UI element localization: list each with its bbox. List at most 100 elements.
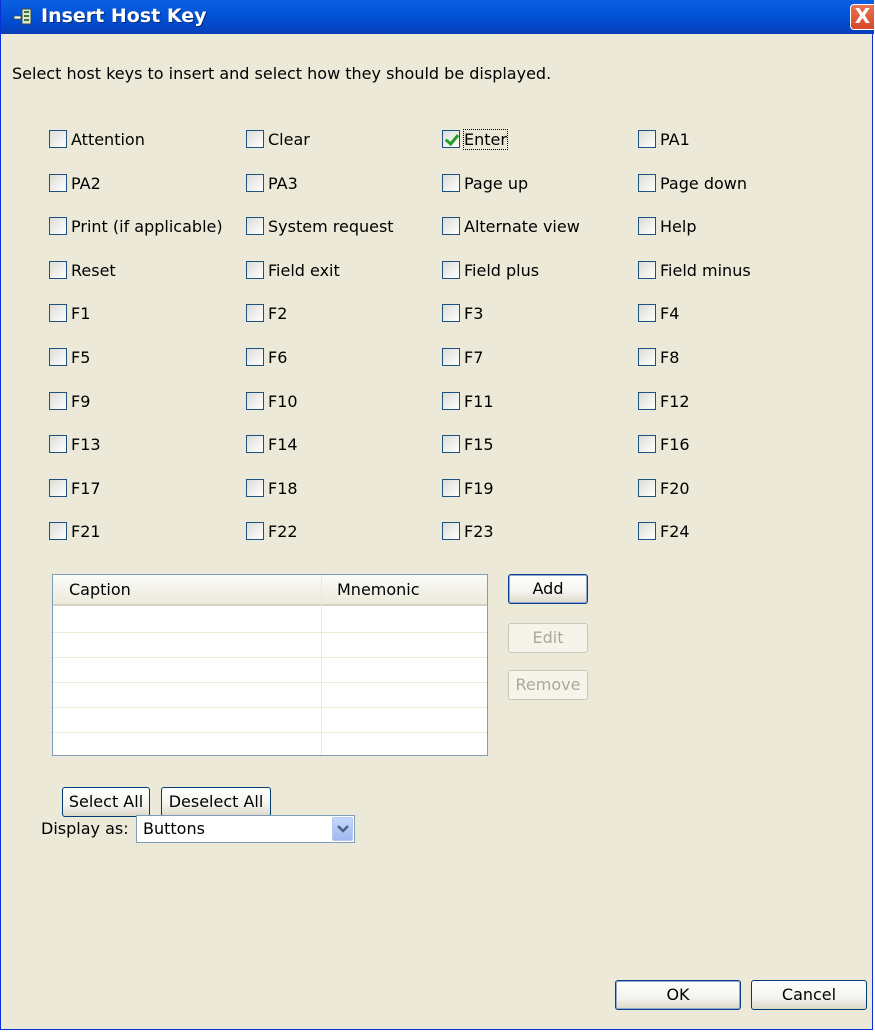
checkbox-box[interactable] bbox=[442, 304, 460, 322]
select-all-button[interactable]: Select All bbox=[62, 787, 150, 817]
checkbox-label[interactable]: F17 bbox=[71, 479, 101, 498]
checkbox-label[interactable]: Print (if applicable) bbox=[71, 217, 223, 236]
remove-button[interactable]: Remove bbox=[508, 670, 588, 700]
checkbox-page-down[interactable]: Page down bbox=[638, 172, 747, 194]
checkbox-box[interactable] bbox=[49, 261, 67, 279]
checkbox-box[interactable] bbox=[49, 479, 67, 497]
checkbox-label[interactable]: F21 bbox=[71, 522, 101, 541]
checkbox-label[interactable]: F15 bbox=[464, 435, 494, 454]
chevron-down-icon[interactable] bbox=[332, 817, 353, 841]
checkbox-box[interactable] bbox=[638, 174, 656, 192]
checkbox-f5[interactable]: F5 bbox=[49, 346, 90, 368]
checkbox-field-minus[interactable]: Field minus bbox=[638, 259, 751, 281]
checkbox-box[interactable] bbox=[246, 348, 264, 366]
cancel-button[interactable]: Cancel bbox=[751, 980, 867, 1010]
checkbox-label[interactable]: PA1 bbox=[660, 130, 690, 149]
checkbox-label[interactable]: F10 bbox=[268, 392, 298, 411]
checkbox-box[interactable] bbox=[638, 304, 656, 322]
checkbox-f8[interactable]: F8 bbox=[638, 346, 679, 368]
checkbox-box[interactable] bbox=[638, 217, 656, 235]
checkbox-f17[interactable]: F17 bbox=[49, 477, 101, 499]
checkbox-label[interactable]: Attention bbox=[71, 130, 145, 149]
checkbox-label[interactable]: F1 bbox=[71, 304, 90, 323]
checkbox-f21[interactable]: F21 bbox=[49, 520, 101, 542]
checkbox-box[interactable] bbox=[246, 522, 264, 540]
checkbox-box[interactable] bbox=[49, 348, 67, 366]
checkbox-label[interactable]: Field minus bbox=[660, 261, 751, 280]
checkbox-label[interactable]: Page up bbox=[464, 174, 528, 193]
checkbox-f6[interactable]: F6 bbox=[246, 346, 287, 368]
checkbox-f20[interactable]: F20 bbox=[638, 477, 690, 499]
checkbox-label[interactable]: Help bbox=[660, 217, 696, 236]
checkbox-f9[interactable]: F9 bbox=[49, 390, 90, 412]
close-icon[interactable]: X bbox=[850, 4, 874, 30]
table-row[interactable] bbox=[53, 682, 487, 683]
checkbox-label[interactable]: System request bbox=[268, 217, 394, 236]
checkbox-label[interactable]: Field exit bbox=[268, 261, 340, 280]
checkbox-box[interactable] bbox=[638, 479, 656, 497]
checkbox-f1[interactable]: F1 bbox=[49, 302, 90, 324]
table-row[interactable] bbox=[53, 707, 487, 708]
checkbox-box[interactable] bbox=[49, 130, 67, 148]
checkbox-clear[interactable]: Clear bbox=[246, 128, 310, 150]
checkbox-label[interactable]: F4 bbox=[660, 304, 679, 323]
checkbox-label[interactable]: F23 bbox=[464, 522, 494, 541]
checkbox-label[interactable]: Alternate view bbox=[464, 217, 580, 236]
checkbox-label[interactable]: F20 bbox=[660, 479, 690, 498]
checkbox-alternate-view[interactable]: Alternate view bbox=[442, 215, 580, 237]
checkbox-label[interactable]: F7 bbox=[464, 348, 483, 367]
checkbox-box[interactable] bbox=[638, 348, 656, 366]
checkbox-help[interactable]: Help bbox=[638, 215, 696, 237]
checkbox-f4[interactable]: F4 bbox=[638, 302, 679, 324]
checkbox-page-up[interactable]: Page up bbox=[442, 172, 528, 194]
checkbox-f19[interactable]: F19 bbox=[442, 477, 494, 499]
title-bar[interactable]: Insert Host Key X bbox=[1, 0, 874, 34]
checkbox-print-if-applicable[interactable]: Print (if applicable) bbox=[49, 215, 223, 237]
checkbox-reset[interactable]: Reset bbox=[49, 259, 116, 281]
checkbox-box[interactable] bbox=[638, 392, 656, 410]
checkbox-f2[interactable]: F2 bbox=[246, 302, 287, 324]
checkbox-f3[interactable]: F3 bbox=[442, 302, 483, 324]
display-as-dropdown[interactable]: Buttons bbox=[136, 815, 355, 843]
checkbox-box[interactable] bbox=[442, 522, 460, 540]
checkbox-box[interactable] bbox=[442, 130, 460, 148]
checkbox-box[interactable] bbox=[442, 261, 460, 279]
checkbox-f12[interactable]: F12 bbox=[638, 390, 690, 412]
checkbox-field-plus[interactable]: Field plus bbox=[442, 259, 539, 281]
checkbox-f24[interactable]: F24 bbox=[638, 520, 690, 542]
checkbox-box[interactable] bbox=[246, 304, 264, 322]
checkbox-box[interactable] bbox=[442, 479, 460, 497]
checkbox-label[interactable]: Page down bbox=[660, 174, 747, 193]
checkbox-label[interactable]: F22 bbox=[268, 522, 298, 541]
checkbox-box[interactable] bbox=[49, 392, 67, 410]
checkbox-label[interactable]: F14 bbox=[268, 435, 298, 454]
checkbox-box[interactable] bbox=[246, 392, 264, 410]
checkbox-attention[interactable]: Attention bbox=[49, 128, 145, 150]
checkbox-f14[interactable]: F14 bbox=[246, 433, 298, 455]
checkbox-label[interactable]: F6 bbox=[268, 348, 287, 367]
checkbox-box[interactable] bbox=[49, 217, 67, 235]
checkbox-box[interactable] bbox=[49, 174, 67, 192]
checkbox-box[interactable] bbox=[49, 435, 67, 453]
checkbox-field-exit[interactable]: Field exit bbox=[246, 259, 340, 281]
checkbox-label[interactable]: PA3 bbox=[268, 174, 298, 193]
checkbox-f15[interactable]: F15 bbox=[442, 433, 494, 455]
checkbox-label[interactable]: Clear bbox=[268, 130, 310, 149]
checkbox-box[interactable] bbox=[442, 348, 460, 366]
checkbox-box[interactable] bbox=[246, 435, 264, 453]
checkbox-label[interactable]: PA2 bbox=[71, 174, 101, 193]
column-header-mnemonic[interactable]: Mnemonic bbox=[337, 580, 420, 599]
checkbox-enter[interactable]: Enter bbox=[442, 128, 508, 150]
checkbox-f13[interactable]: F13 bbox=[49, 433, 101, 455]
checkbox-f23[interactable]: F23 bbox=[442, 520, 494, 542]
checkbox-label[interactable]: F2 bbox=[268, 304, 287, 323]
edit-button[interactable]: Edit bbox=[508, 623, 588, 653]
deselect-all-button[interactable]: Deselect All bbox=[161, 787, 271, 817]
checkbox-label[interactable]: F11 bbox=[464, 392, 494, 411]
checkbox-label[interactable]: F5 bbox=[71, 348, 90, 367]
checkbox-box[interactable] bbox=[638, 130, 656, 148]
checkbox-label[interactable]: F9 bbox=[71, 392, 90, 411]
checkbox-f10[interactable]: F10 bbox=[246, 390, 298, 412]
column-header-caption[interactable]: Caption bbox=[69, 580, 131, 599]
checkbox-label[interactable]: F16 bbox=[660, 435, 690, 454]
